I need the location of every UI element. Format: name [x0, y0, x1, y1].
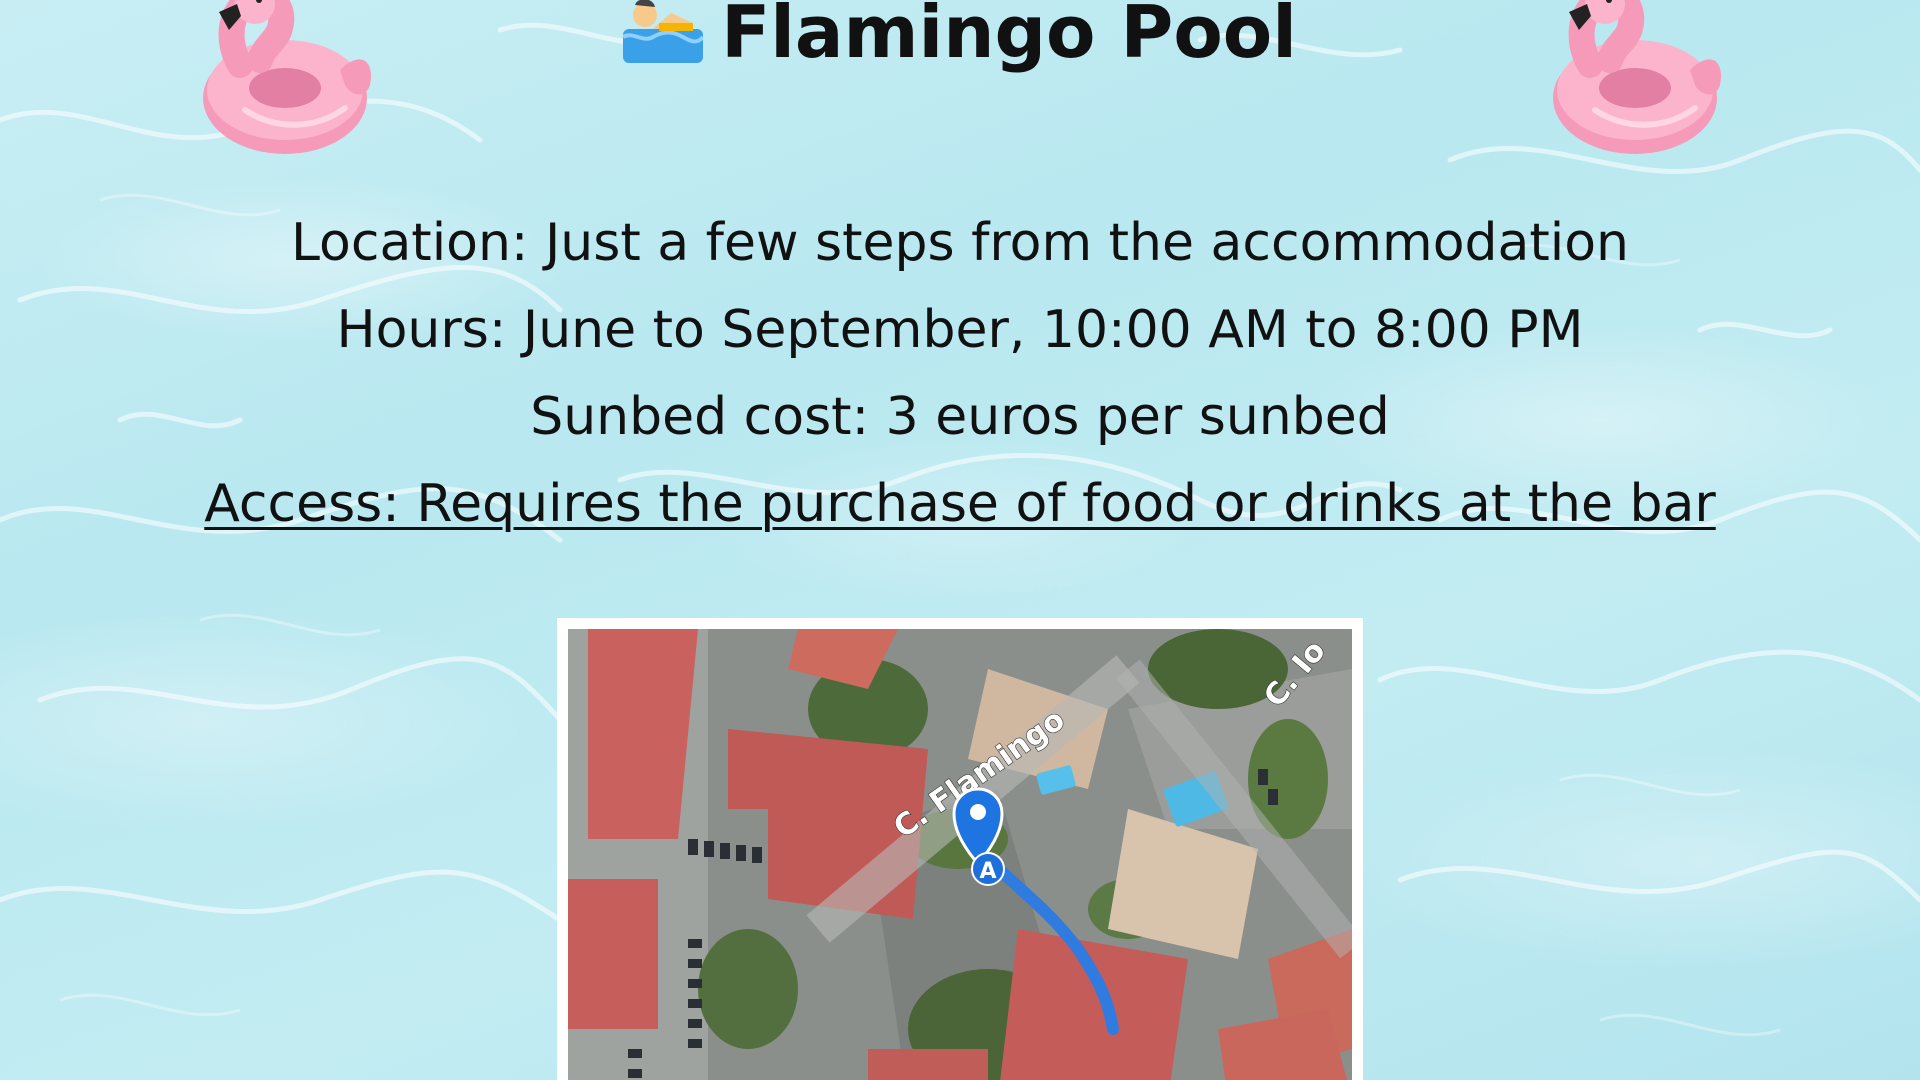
marker-label: A [979, 859, 996, 884]
satellite-map: C. Flamingo C. Io A [568, 629, 1352, 1080]
pool-info: Location: Just a few steps from the acco… [0, 200, 1920, 548]
route-start-marker[interactable]: A [971, 852, 1005, 886]
location-line: Location: Just a few steps from the acco… [290, 213, 1629, 273]
title-text: Flamingo Pool [721, 0, 1297, 74]
hours-line: Hours: June to September, 10:00 AM to 8:… [336, 300, 1584, 360]
map-frame: C. Flamingo C. Io A [557, 618, 1363, 1080]
page-title: Flamingo Pool [0, 0, 1920, 76]
sunbed-cost-line: Sunbed cost: 3 euros per sunbed [530, 387, 1390, 447]
access-line: Access: Requires the purchase of food or… [204, 474, 1716, 534]
person-swimming-icon [623, 0, 704, 63]
